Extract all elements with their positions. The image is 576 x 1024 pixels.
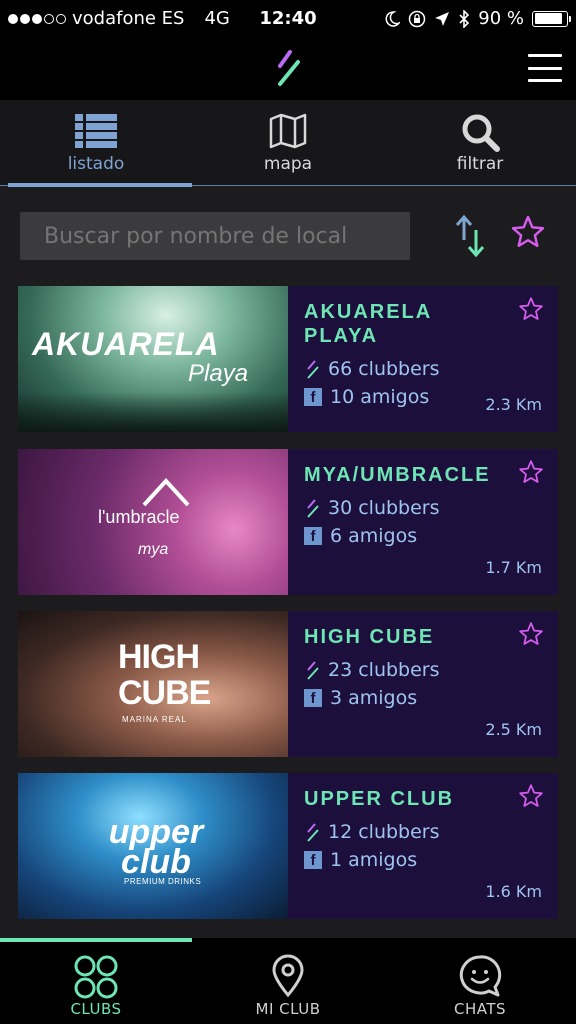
- clubbers-count: 23 clubbers: [328, 659, 440, 681]
- club-image-logo: AKUARELA: [32, 326, 220, 362]
- club-name: MYA/UMBRACLE: [304, 464, 491, 486]
- bottom-navigation: CLUBS MI CLUB CHATS: [0, 938, 576, 1024]
- favorite-star-icon[interactable]: [518, 459, 544, 485]
- hamburger-menu-icon[interactable]: [528, 54, 562, 82]
- club-distance: 1.7 Km: [485, 558, 542, 577]
- nav-mi-club[interactable]: MI CLUB: [192, 948, 384, 1024]
- nav-mi-club-label: MI CLUB: [255, 1000, 321, 1018]
- club-card[interactable]: l'umbracle mya MYA/UMBRACLE 30 clubbers …: [18, 449, 558, 595]
- friends-count: 3 amigos: [330, 687, 418, 709]
- nav-clubs[interactable]: CLUBS: [0, 948, 192, 1024]
- location-pin-icon: [272, 954, 304, 998]
- club-name: AKUARELA PLAYA: [304, 301, 432, 347]
- clubbers-count: 66 clubbers: [328, 358, 440, 380]
- search-input[interactable]: [20, 212, 410, 260]
- club-card[interactable]: AKUARELA Playa AKUARELA PLAYA 66 clubber…: [18, 286, 558, 432]
- club-card[interactable]: upper club PREMIUM DRINKS UPPER CLUB 12 …: [18, 773, 558, 919]
- chat-bubble-icon: [459, 955, 502, 997]
- rotation-lock-icon: [409, 10, 426, 27]
- club-image-logo-sub: PREMIUM DRINKS: [124, 877, 202, 886]
- view-tabs: listado mapa filtrar: [0, 100, 576, 187]
- club-image: l'umbracle mya: [18, 449, 288, 595]
- club-name: HIGH CUBE: [304, 626, 435, 648]
- club-image-logo: upper club: [108, 813, 204, 881]
- club-image: HIGH CUBE MARINA REAL: [18, 611, 288, 757]
- club-distance: 2.5 Km: [485, 720, 542, 739]
- facebook-icon: f: [304, 527, 322, 545]
- friends-count: 10 amigos: [330, 386, 430, 408]
- tab-mapa-label: mapa: [263, 154, 313, 174]
- clubbers-icon: [307, 823, 319, 842]
- tab-listado-label: listado: [67, 154, 125, 174]
- app-header: [0, 38, 576, 100]
- clubs-icon: [74, 955, 118, 999]
- search-icon: [462, 114, 500, 152]
- app-logo: [278, 50, 300, 86]
- club-image: upper club PREMIUM DRINKS: [18, 773, 288, 919]
- favorite-star-icon[interactable]: [518, 296, 544, 322]
- nav-chats-label: CHATS: [453, 1000, 507, 1018]
- facebook-icon: f: [304, 388, 322, 406]
- bluetooth-icon: [459, 9, 470, 28]
- battery-percent: 90 %: [478, 8, 524, 29]
- club-card[interactable]: HIGH CUBE MARINA REAL HIGH CUBE 23 clubb…: [18, 611, 558, 757]
- status-bar: vodafone ES 4G 12:40 90 %: [0, 0, 576, 38]
- list-icon: [75, 114, 117, 148]
- nav-chats[interactable]: CHATS: [384, 948, 576, 1024]
- location-arrow-icon: [435, 11, 450, 26]
- favorites-filter-star-icon[interactable]: [510, 214, 546, 250]
- clubbers-count: 30 clubbers: [328, 497, 440, 519]
- battery-icon: [532, 10, 571, 27]
- club-image-logo: HIGH CUBE: [118, 638, 211, 712]
- club-image-logo-sub: MARINA REAL: [122, 715, 187, 724]
- sort-icon[interactable]: [452, 214, 488, 258]
- map-icon: [269, 113, 307, 149]
- tab-filtrar-label: filtrar: [456, 154, 504, 174]
- umbracle-logo-icon: [142, 478, 190, 507]
- friends-count: 6 amigos: [330, 525, 418, 547]
- favorite-star-icon[interactable]: [518, 783, 544, 809]
- clubbers-icon: [307, 360, 319, 379]
- club-name: UPPER CLUB: [304, 788, 455, 810]
- clubbers-count: 12 clubbers: [328, 821, 440, 843]
- tab-filtrar[interactable]: filtrar: [384, 100, 576, 186]
- active-tab-indicator: [0, 938, 192, 942]
- favorite-star-icon[interactable]: [518, 621, 544, 647]
- club-distance: 2.3 Km: [485, 395, 542, 414]
- facebook-icon: f: [304, 851, 322, 869]
- club-image-logo: l'umbracle: [98, 507, 180, 527]
- tab-listado[interactable]: listado: [0, 100, 192, 187]
- club-distance: 1.6 Km: [485, 882, 542, 901]
- tab-mapa[interactable]: mapa: [192, 100, 384, 186]
- clubbers-icon: [307, 661, 319, 680]
- moon-icon: [385, 10, 401, 27]
- club-image-logo-sub: Playa: [188, 360, 249, 387]
- friends-count: 1 amigos: [330, 849, 418, 871]
- nav-clubs-label: CLUBS: [70, 1000, 122, 1018]
- clubbers-icon: [307, 499, 319, 518]
- facebook-icon: f: [304, 689, 322, 707]
- club-image-logo-sub: mya: [138, 541, 169, 558]
- club-image: AKUARELA Playa: [18, 286, 288, 432]
